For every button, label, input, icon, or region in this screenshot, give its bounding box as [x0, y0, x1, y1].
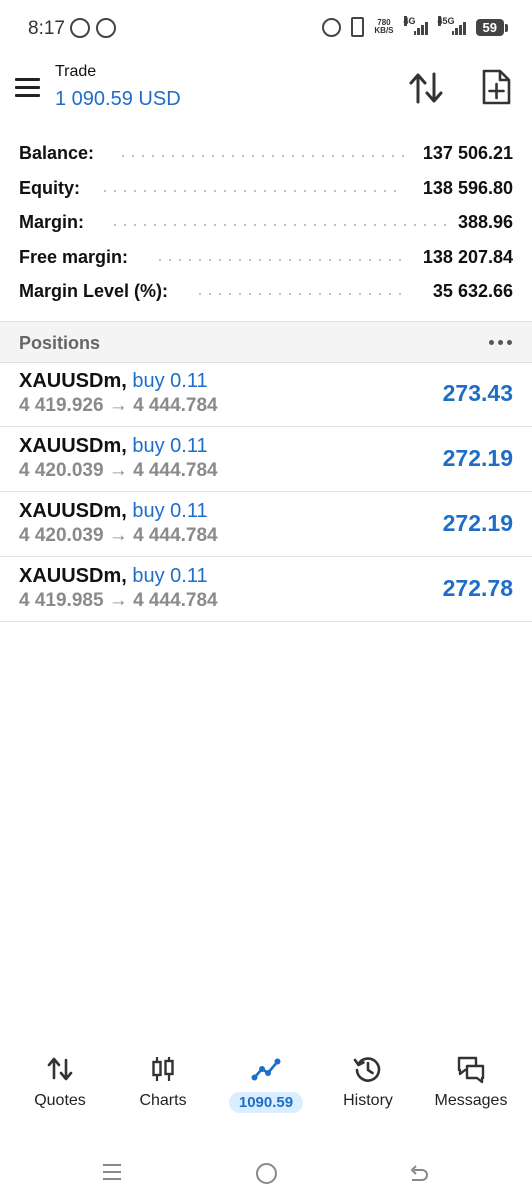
- position-row[interactable]: XAUUSDm, buy 0.11 4 420.039 → 4 444.784 …: [0, 492, 532, 557]
- summary-row-equity: Equity: 138 596.80: [0, 171, 532, 206]
- position-prices: 4 420.039 → 4 444.784: [19, 460, 218, 481]
- position-side: buy 0.11: [132, 565, 208, 587]
- summary-value: 138 596.80: [416, 177, 513, 199]
- summary-label: Equity:: [19, 177, 86, 199]
- summary-row-free-margin: Free margin: 138 207.84: [0, 240, 532, 275]
- hamburger-icon[interactable]: [15, 78, 40, 97]
- history-clock-icon: [353, 1057, 381, 1082]
- summary-value: 35 632.66: [426, 281, 513, 302]
- alarm-icon: [322, 17, 342, 37]
- position-profit: 272.19: [442, 510, 513, 536]
- position-prices: 4 419.926 → 4 444.784: [19, 395, 218, 416]
- account-summary: Balance: 137 506.21 Equity: 138 596.80 M…: [0, 136, 532, 309]
- vibrate-icon: [351, 17, 365, 37]
- position-profit: 272.19: [442, 445, 513, 471]
- nav-label-active: 1090.59: [228, 1092, 304, 1113]
- candlestick-icon: [152, 1057, 174, 1081]
- summary-label: Margin Level (%):: [19, 281, 175, 302]
- summary-row-margin: Margin: 388.96: [0, 205, 532, 240]
- status-time: 8:17: [28, 18, 65, 39]
- summary-row-balance: Balance: 137 506.21: [0, 136, 532, 171]
- signal-icon: 4G: [403, 16, 428, 35]
- summary-value: 137 506.21: [416, 143, 513, 164]
- position-row[interactable]: XAUUSDm, buy 0.11 4 420.039 → 4 444.784 …: [0, 427, 532, 492]
- position-symbol: XAUUSDm,: [19, 435, 127, 457]
- positions-title: Positions: [19, 333, 101, 353]
- timer-icon: [96, 18, 116, 38]
- dot-leader: [100, 189, 404, 192]
- status-left-icons: [70, 18, 116, 38]
- document-plus-icon[interactable]: [478, 68, 514, 106]
- nav-history[interactable]: History: [316, 1048, 420, 1110]
- more-dots-icon[interactable]: [489, 340, 512, 345]
- system-nav: [0, 1150, 532, 1200]
- trend-line-icon: [251, 1058, 281, 1081]
- dot-leader: [118, 155, 404, 157]
- home-icon[interactable]: [256, 1163, 277, 1184]
- position-symbol: XAUUSDm,: [19, 500, 127, 522]
- nav-label: Messages: [434, 1092, 508, 1109]
- arrows-updown-icon: [47, 1057, 73, 1081]
- recent-apps-icon[interactable]: [103, 1164, 121, 1185]
- position-row[interactable]: XAUUSDm, buy 0.11 4 419.926 → 4 444.784 …: [0, 362, 532, 427]
- position-row[interactable]: XAUUSDm, buy 0.11 4 419.985 → 4 444.784 …: [0, 557, 532, 622]
- summary-value: 388.96: [451, 212, 513, 233]
- dot-leader: [155, 258, 404, 261]
- position-symbol: XAUUSDm,: [19, 370, 127, 392]
- nav-label: History: [343, 1092, 393, 1109]
- dot-leader: [195, 293, 404, 295]
- summary-label: Margin:: [19, 212, 90, 233]
- position-profit: 272.78: [442, 575, 513, 601]
- page-title: Trade: [55, 63, 97, 80]
- chat-bubbles-icon: [457, 1056, 485, 1084]
- status-bar: 8:17 780 KB/S 4G 45G 59: [0, 0, 532, 56]
- dot-leader: [110, 224, 447, 226]
- positions-list: XAUUSDm, buy 0.11 4 419.926 → 4 444.784 …: [0, 362, 532, 622]
- whatsapp-icon: [70, 18, 90, 38]
- positions-header: Positions: [0, 321, 532, 363]
- position-prices: 4 419.985 → 4 444.784: [19, 590, 218, 611]
- battery-icon: 59: [475, 18, 509, 36]
- position-side: buy 0.11: [132, 435, 208, 457]
- sort-arrows-icon[interactable]: [406, 70, 446, 106]
- nav-messages[interactable]: Messages: [419, 1048, 523, 1110]
- nav-label: Quotes: [34, 1092, 86, 1109]
- position-side: buy 0.11: [132, 370, 208, 392]
- position-symbol: XAUUSDm,: [19, 565, 127, 587]
- summary-label: Balance:: [19, 143, 101, 164]
- position-profit: 273.43: [442, 380, 513, 406]
- position-prices: 4 420.039 → 4 444.784: [19, 525, 218, 546]
- summary-label: Free margin:: [19, 246, 135, 268]
- bottom-nav: Quotes Charts 1090.59 History Messages: [0, 1048, 532, 1118]
- summary-row-margin-level: Margin Level (%): 35 632.66: [0, 274, 532, 309]
- nav-charts[interactable]: Charts: [111, 1048, 215, 1110]
- profit-total: 1 090.59 USD: [55, 88, 181, 110]
- nav-trade[interactable]: 1090.59: [214, 1048, 318, 1113]
- nav-label: Charts: [139, 1092, 187, 1109]
- position-side: buy 0.11: [132, 500, 208, 522]
- signal-icon-2: 45G: [437, 16, 466, 35]
- net-speed: 780 KB/S: [374, 18, 394, 35]
- nav-quotes[interactable]: Quotes: [8, 1048, 112, 1110]
- back-icon[interactable]: [408, 1162, 430, 1184]
- summary-value: 138 207.84: [416, 246, 513, 268]
- status-right-icons: 780 KB/S 4G 45G 59: [322, 16, 509, 37]
